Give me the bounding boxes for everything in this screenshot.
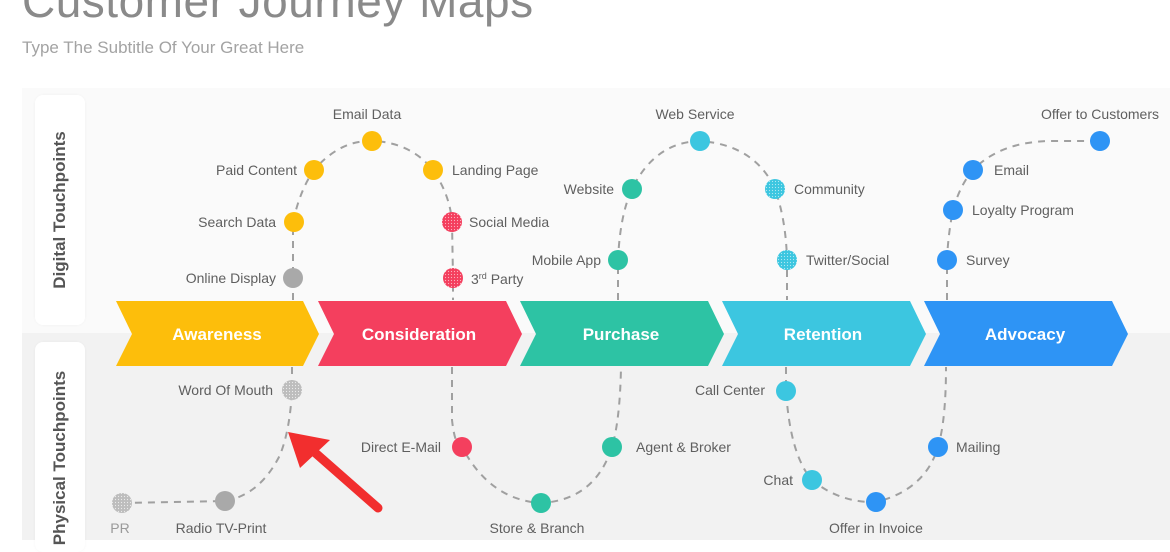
purchase-retention-top-path [617,139,788,300]
touchpoint-dot [765,179,785,199]
touchpoint-call-center[interactable]: Call Center [695,381,796,401]
touchpoint-label: Agent & Broker [636,439,731,455]
touchpoint-dot [776,381,796,401]
touchpoint-dot [284,212,304,232]
touchpoint-email-data[interactable]: Email Data [333,106,402,151]
touchpoint-twitter-social[interactable]: Twitter/Social [777,250,889,270]
touchpoint-dot [690,131,710,151]
stage-advocacy[interactable]: Advocacy [924,301,1128,366]
touchpoint-store-branch[interactable]: Store & Branch [490,493,585,536]
touchpoint-dot [304,160,324,180]
touchpoint-label: Word Of Mouth [178,382,273,398]
touchpoint-dot [937,250,957,270]
touchpoint-direct-e-mail[interactable]: Direct E-Mail [361,437,472,457]
touchpoint-dot [362,131,382,151]
touchpoint-pr[interactable]: PR [110,493,132,536]
touchpoint-label: Email [994,162,1029,178]
touchpoint-label: Store & Branch [490,520,585,536]
physical-touchpoints: Word Of Mouth Radio TV-Print PR Direct E… [110,380,1000,536]
digital-touchpoints: Online Display Search Data Paid Content … [186,106,1159,288]
stage-label-consideration: Consideration [362,325,476,344]
touchpoint-offer-in-invoice[interactable]: Offer in Invoice [829,492,923,536]
touchpoint-radio-tv-print[interactable]: Radio TV-Print [176,491,267,536]
touchpoint-community[interactable]: Community [765,179,865,199]
stage-purchase[interactable]: Purchase [520,301,724,366]
touchpoint-dot [928,437,948,457]
touchpoint-dot [602,437,622,457]
touchpoint-dot [423,160,443,180]
touchpoint-dot [283,268,303,288]
touchpoint-label: 3rd Party [471,271,523,287]
touchpoint-survey[interactable]: Survey [937,250,1010,270]
touchpoint-paid-content[interactable]: Paid Content [216,160,324,180]
touchpoint-label: Mailing [956,439,1000,455]
stage-retention[interactable]: Retention [722,301,926,366]
touchpoint-mailing[interactable]: Mailing [928,437,1000,457]
touchpoint-label: Landing Page [452,162,539,178]
touchpoint-label: Direct E-Mail [361,439,441,455]
touchpoint-dot [112,493,132,513]
touchpoint-label: Mobile App [532,252,601,268]
touchpoint-label: PR [110,520,129,536]
stage-label-retention: Retention [784,325,862,344]
touchpoint-email[interactable]: Email [963,160,1029,180]
touchpoint-dot [943,200,963,220]
touchpoint-dot [452,437,472,457]
touchpoint-label: Community [794,181,865,197]
touchpoint-dot [777,250,797,270]
stage-consideration[interactable]: Consideration [318,301,522,366]
touchpoint-label: Loyalty Program [972,202,1074,218]
touchpoint-online-display[interactable]: Online Display [186,268,303,288]
touchpoint-dot [866,492,886,512]
touchpoint-loyalty-program[interactable]: Loyalty Program [943,200,1074,220]
touchpoint-label: Call Center [695,382,765,398]
touchpoint-website[interactable]: Website [564,179,642,199]
stage-label-purchase: Purchase [583,325,660,344]
touchpoint-label: Survey [966,252,1010,268]
touchpoint-social-media[interactable]: Social Media [442,212,549,232]
touchpoint-label: Radio TV-Print [176,520,267,536]
touchpoint-label: Online Display [186,270,276,286]
touchpoint-dot [282,380,302,400]
touchpoint-mobile-app[interactable]: Mobile App [532,250,628,270]
stage-awareness[interactable]: Awareness [116,301,319,366]
touchpoint-dot [1090,131,1110,151]
touchpoint-label: Offer to Customers [1041,106,1159,122]
touchpoint-chat[interactable]: Chat [763,470,822,490]
touchpoint-label: Twitter/Social [806,252,889,268]
touchpoint-3rd-party[interactable]: 3rd Party [443,268,523,288]
stage-chevrons: Awareness Consideration Purchase Retenti… [116,301,1128,366]
touchpoint-label: Paid Content [216,162,297,178]
touchpoint-dot [608,250,628,270]
touchpoint-landing-page[interactable]: Landing Page [423,160,539,180]
touchpoint-dot [963,160,983,180]
touchpoint-offer-to-customers[interactable]: Offer to Customers [1041,106,1159,151]
journey-map: Awareness Consideration Purchase Retenti… [110,106,1159,536]
touchpoint-dot [531,493,551,513]
stage-label-advocacy: Advocacy [985,325,1066,344]
touchpoint-label: Search Data [198,214,276,230]
touchpoint-label: Social Media [469,214,549,230]
touchpoint-label: Email Data [333,106,402,122]
touchpoint-dot [622,179,642,199]
touchpoint-dot [442,212,462,232]
touchpoint-agent-broker[interactable]: Agent & Broker [602,437,731,457]
touchpoint-search-data[interactable]: Search Data [198,212,304,232]
touchpoint-label: Offer in Invoice [829,520,923,536]
touchpoint-dot [443,268,463,288]
stage-label-awareness: Awareness [172,325,261,344]
touchpoint-label: Web Service [655,106,734,122]
touchpoint-label: Website [564,181,615,197]
touchpoint-label: Chat [763,472,793,488]
touchpoint-dot [215,491,235,511]
touchpoint-dot [802,470,822,490]
consideration-purchase-bottom-path [451,366,622,505]
touchpoint-word-of-mouth[interactable]: Word Of Mouth [178,380,302,400]
